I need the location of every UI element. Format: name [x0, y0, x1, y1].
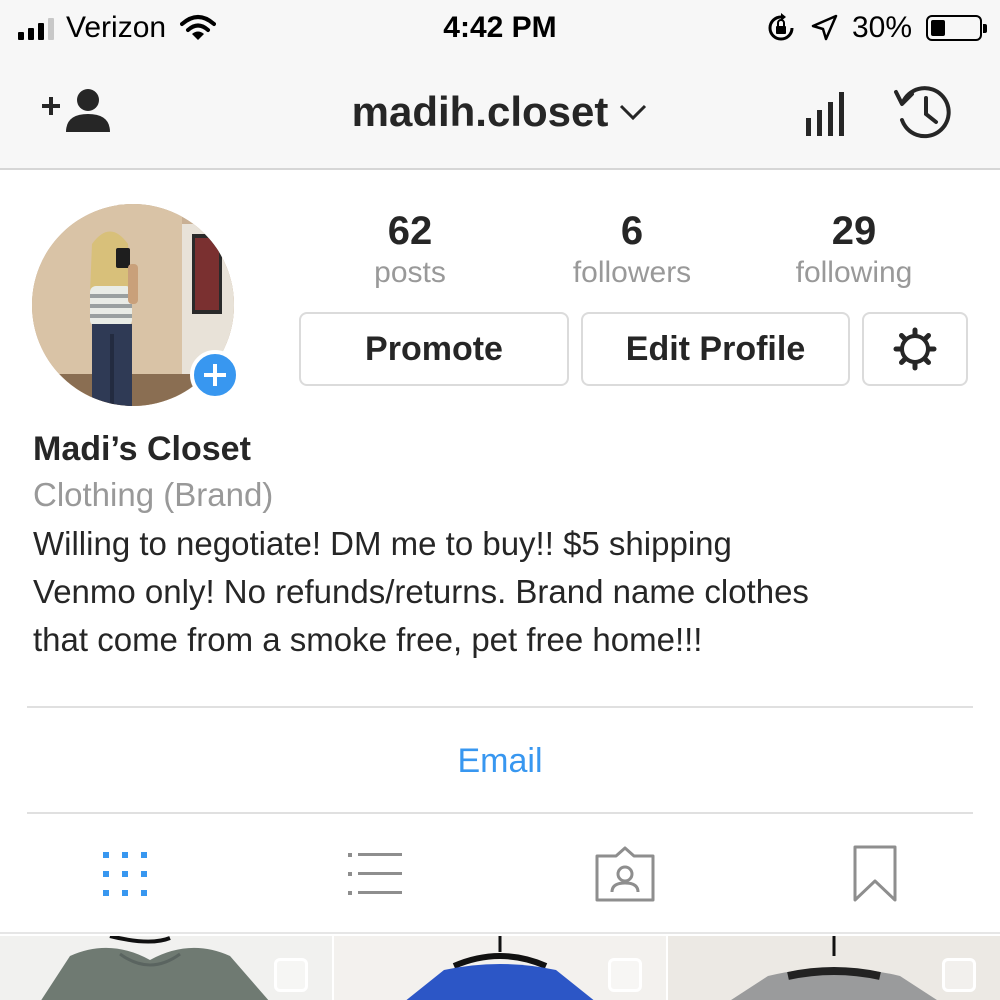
multi-photo-icon [274, 958, 308, 992]
divider [27, 812, 973, 814]
promote-button[interactable]: Promote [299, 312, 569, 386]
posts-label: posts [374, 256, 446, 289]
bio-line: that come from a smoke free, pet free ho… [33, 621, 703, 658]
profile-tabs [0, 816, 1000, 932]
posts-grid [0, 932, 1000, 1000]
status-right: 30% [766, 8, 987, 48]
divider [27, 706, 973, 708]
multi-photo-icon [942, 958, 976, 992]
followers-label: followers [572, 256, 692, 289]
battery-fill [931, 20, 945, 36]
tab-list[interactable] [250, 816, 500, 932]
gear-icon [893, 327, 937, 371]
archive-clock-icon[interactable] [892, 82, 956, 144]
following-label: following [795, 256, 913, 289]
tab-tagged[interactable] [500, 816, 750, 932]
battery-icon [926, 15, 987, 41]
post-thumbnail[interactable] [334, 936, 666, 1000]
list-icon [348, 853, 402, 895]
followers-stat[interactable]: 6 followers [532, 205, 732, 289]
add-story-button[interactable] [190, 350, 240, 400]
status-bar: Verizon 4:42 PM 30% [0, 0, 1000, 56]
tagged-icon [595, 846, 655, 902]
profile-bio: Madi’s Closet Clothing (Brand) Willing t… [33, 428, 973, 664]
following-stat[interactable]: 29 following [754, 205, 954, 289]
settings-button[interactable] [862, 312, 968, 386]
following-count: 29 [831, 209, 877, 253]
grid-icon [103, 852, 147, 896]
multi-photo-icon [608, 958, 642, 992]
plus-icon [204, 364, 226, 386]
post-thumbnail[interactable] [0, 936, 332, 1000]
bio-line: Venmo only! No refunds/returns. Brand na… [33, 573, 809, 610]
followers-count: 6 [620, 209, 644, 253]
battery-percent: 30% [851, 11, 912, 44]
posts-stat[interactable]: 62 posts [310, 205, 510, 289]
username-title: madih.closet [351, 88, 609, 135]
edit-profile-button[interactable]: Edit Profile [581, 312, 850, 386]
tab-saved[interactable] [750, 816, 1000, 932]
location-arrow-icon [811, 14, 838, 41]
email-contact-button[interactable]: Email [0, 737, 1000, 785]
profile-nav-bar: madih.closet [0, 56, 1000, 170]
tab-grid[interactable] [0, 816, 250, 932]
post-thumbnail[interactable] [668, 936, 1000, 1000]
saved-icon [853, 845, 897, 902]
rotation-lock-icon [768, 13, 794, 41]
bio-line: Willing to negotiate! DM me to buy!! $5 … [33, 525, 732, 562]
chevron-down-icon [620, 104, 647, 121]
profile-category: Clothing (Brand) [33, 476, 274, 513]
posts-count: 62 [387, 209, 433, 253]
profile-name: Madi’s Closet [33, 430, 251, 468]
insights-icon[interactable] [804, 88, 852, 138]
